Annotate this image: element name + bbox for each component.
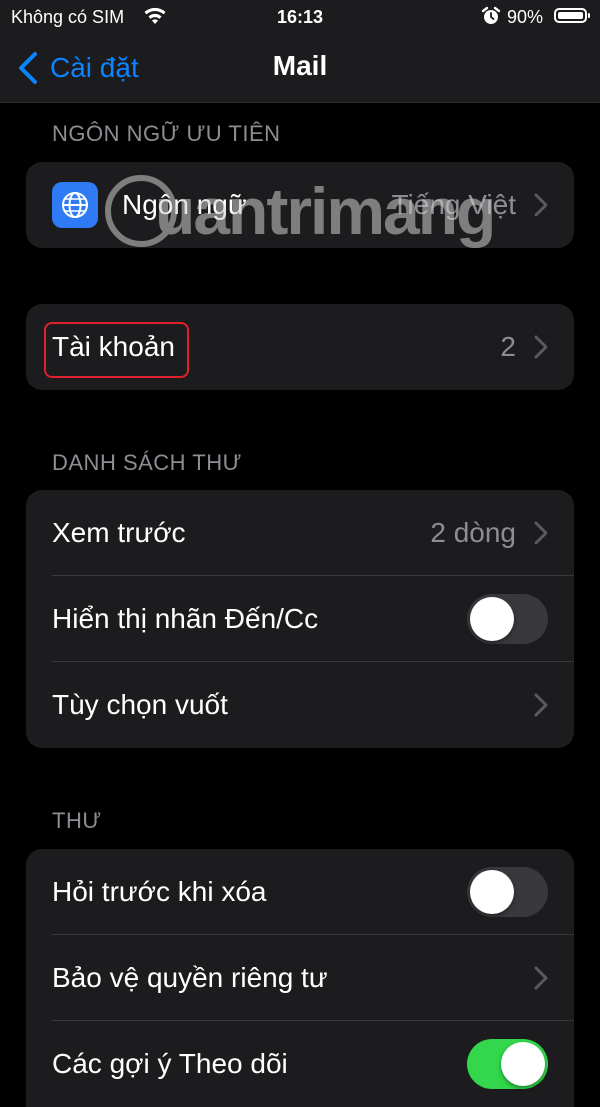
show-to-cc-toggle[interactable] (467, 594, 548, 644)
section-header-message-list: DANH SÁCH THƯ (52, 450, 242, 475)
accounts-count: 2 (500, 331, 516, 362)
follow-up-row: Các gợi ý Theo dõi (26, 1021, 574, 1107)
language-row[interactable]: Ngôn ngữ Tiếng Việt (26, 162, 574, 248)
group-messages: Hỏi trước khi xóa Bảo vệ quyền riêng tư … (26, 849, 574, 1107)
language-value: Tiếng Việt (391, 189, 516, 220)
follow-up-label: Các gợi ý Theo dõi (52, 1048, 288, 1079)
ask-before-delete-row: Hỏi trước khi xóa (26, 849, 574, 935)
privacy-protection-label: Bảo vệ quyền riêng tư (52, 962, 328, 993)
page-title: Mail (272, 50, 328, 81)
chevron-right-icon (534, 693, 548, 717)
chevron-right-icon (534, 193, 548, 217)
show-to-cc-row: Hiển thị nhãn Đến/Cc (26, 576, 574, 662)
ask-before-delete-label: Hỏi trước khi xóa (52, 876, 267, 907)
section-header-preferred-language: NGÔN NGỮ ƯU TIÊN (52, 121, 281, 146)
group-message-list: Xem trước 2 dòng Hiển thị nhãn Đến/Cc Tù… (26, 490, 574, 748)
section-header-messages: THƯ (52, 808, 102, 833)
language-label: Ngôn ngữ (122, 189, 247, 220)
swipe-options-row[interactable]: Tùy chọn vuốt (26, 662, 574, 748)
battery-icon (554, 8, 590, 23)
alarm-icon (481, 6, 501, 31)
show-to-cc-label: Hiển thị nhãn Đến/Cc (52, 603, 319, 634)
preview-label: Xem trước (52, 517, 186, 548)
swipe-options-label: Tùy chọn vuốt (52, 689, 228, 720)
group-accounts: Tài khoản 2 (26, 304, 574, 390)
globe-icon (52, 182, 98, 228)
follow-up-toggle[interactable] (467, 1039, 548, 1089)
chevron-right-icon (534, 966, 548, 990)
navigation-bar: Cài đặt Mail (0, 34, 600, 103)
group-preferred-language: Ngôn ngữ Tiếng Việt (26, 162, 574, 248)
privacy-protection-row[interactable]: Bảo vệ quyền riêng tư (26, 935, 574, 1021)
chevron-right-icon (534, 335, 548, 359)
preview-value: 2 dòng (430, 517, 516, 548)
ask-before-delete-toggle[interactable] (467, 867, 548, 917)
preview-row[interactable]: Xem trước 2 dòng (26, 490, 574, 576)
chevron-right-icon (534, 521, 548, 545)
accounts-label: Tài khoản (52, 331, 175, 362)
accounts-row[interactable]: Tài khoản 2 (26, 304, 574, 390)
status-bar: Không có SIM 16:13 90% (0, 0, 600, 34)
battery-percent: 90% (507, 7, 544, 27)
